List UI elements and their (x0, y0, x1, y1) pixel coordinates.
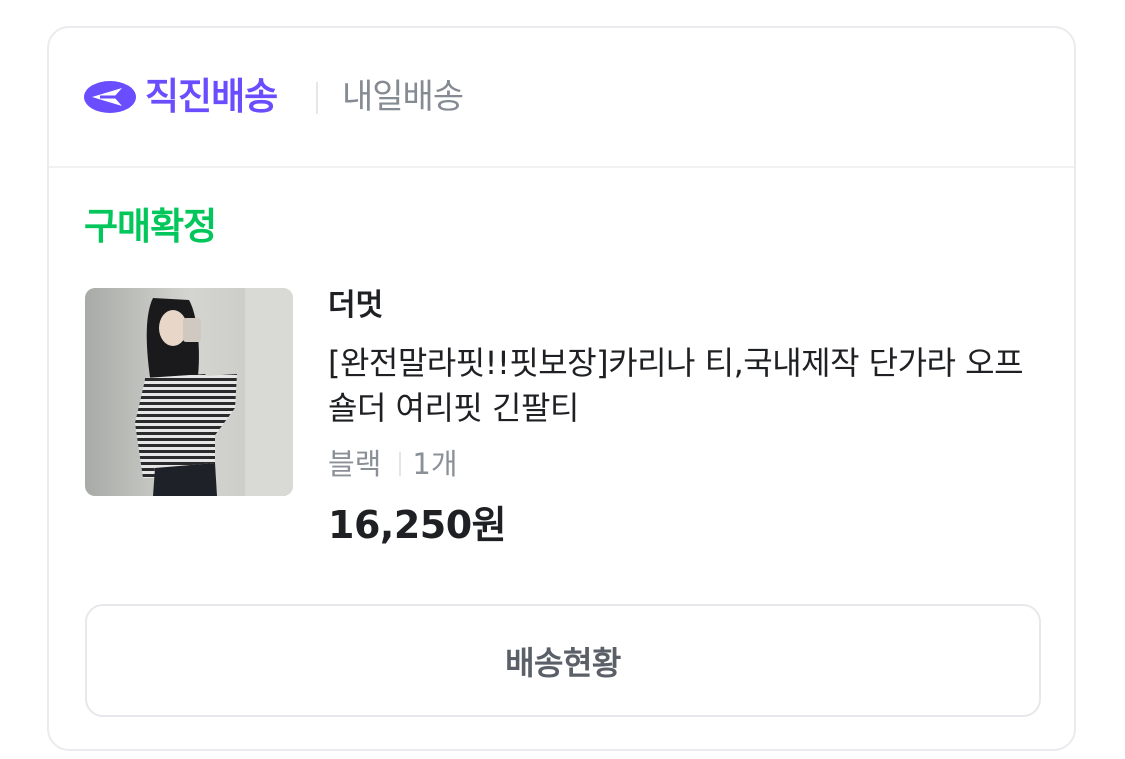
delivery-header: 직진배송 내일배송 (49, 28, 1074, 168)
option-divider (399, 452, 402, 476)
product-photo (85, 288, 293, 496)
option-color: 블랙 (328, 447, 382, 481)
brand-name: 직진배송 (145, 75, 278, 118)
product-thumbnail[interactable] (85, 288, 293, 496)
product-title[interactable]: [완전말라핏!!핏보장]카리나 티,국내제작 단가라 오프숄더 여리핏 긴팔티 (328, 341, 1040, 431)
order-status: 구매확정 (84, 205, 217, 248)
order-card: 직진배송 내일배송 구매확정 더멋 [완전말라핏!!핏보장]카리나 티,국내제작… (47, 26, 1076, 751)
delivery-tracking-button[interactable]: 배송현황 (85, 604, 1041, 717)
product-options: 블랙 1개 (328, 444, 458, 484)
header-divider (316, 82, 318, 114)
option-quantity: 1개 (412, 447, 458, 481)
seller-name[interactable]: 더멋 (328, 286, 383, 326)
express-delivery-icon (84, 81, 136, 113)
delivery-type-label: 내일배송 (342, 77, 464, 117)
product-price: 16,250원 (328, 503, 507, 547)
